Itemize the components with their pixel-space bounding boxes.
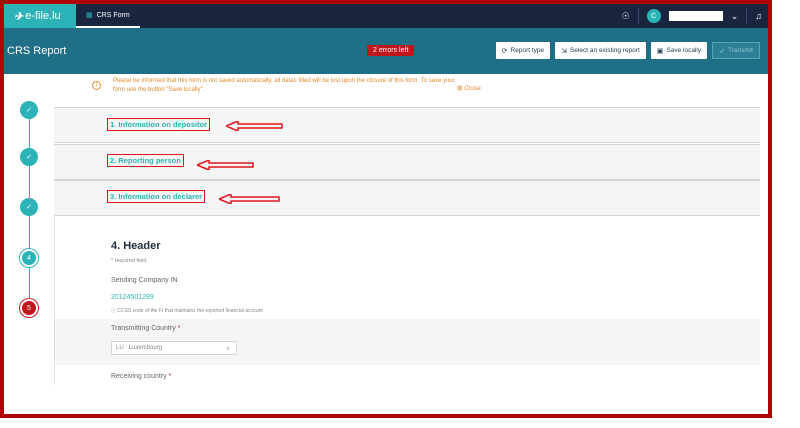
page-header: CRS Report 2 errors left ⟳ Report type ⇲ S…	[4, 28, 768, 74]
help-icon[interactable]: ☉	[622, 11, 630, 22]
section-title-declarer[interactable]: 3. Information on declarer	[107, 190, 206, 203]
sending-company-label: Sending Company IN	[111, 277, 178, 284]
notice-close-button[interactable]: ⊠ Close	[457, 84, 481, 92]
chevron-down-icon[interactable]: ⌄	[731, 11, 739, 22]
step-4-current[interactable]: 4	[20, 249, 38, 267]
divider	[54, 215, 55, 385]
send-icon: ➶	[719, 47, 725, 55]
screenshot-frame: ✈ e-file.lu ▦ CRS Form ☉ C ⌄ ♫ CRS Report…	[0, 0, 772, 418]
user-name-box[interactable]	[668, 11, 723, 21]
step-5-error[interactable]: 5	[20, 299, 38, 317]
transmit-button[interactable]: ➶ Transmit	[712, 42, 760, 59]
page-title: CRS Report	[7, 45, 67, 57]
logo-text: e-file.lu	[25, 10, 61, 22]
sending-company-hint: ⓘ CCSS code of the FI that maintains the…	[111, 308, 263, 314]
divider	[637, 8, 639, 24]
save-icon: ▣	[656, 47, 664, 55]
logo-icon: ✈	[14, 10, 24, 23]
receiving-country-label: Receiving country *	[111, 373, 172, 380]
transmitting-country-label: Transmitting Country *	[111, 325, 181, 332]
report-type-button[interactable]: ⟳ Report type	[495, 42, 551, 59]
info-icon: ⓘ	[111, 308, 117, 314]
header-form: 4. Header * required field Sending Compa…	[54, 215, 760, 414]
errors-badge[interactable]: 2 errors left	[367, 45, 415, 56]
annotation-arrow	[219, 194, 281, 204]
step-3-done[interactable]: ✓	[20, 198, 38, 216]
import-icon: ⇲	[561, 47, 568, 55]
transmitting-country-select[interactable]: LU : Luxembourg ∨	[111, 341, 237, 355]
annotation-arrow	[226, 121, 284, 131]
unsaved-notice: Please be informed that this form is not…	[113, 78, 455, 93]
refresh-icon: ⟳	[501, 47, 508, 55]
tab-label: CRS Form	[96, 11, 130, 19]
step-2-done[interactable]: ✓	[20, 148, 38, 166]
bell-icon[interactable]: ♫	[755, 11, 762, 21]
save-locally-button[interactable]: ▣ Save locally	[650, 42, 708, 59]
section-title-reporting-person[interactable]: 2. Reporting person	[107, 154, 184, 167]
warning-icon: !	[92, 81, 101, 90]
avatar[interactable]: C	[646, 9, 661, 23]
grid-icon: ▦	[86, 12, 93, 19]
select-existing-report-button[interactable]: ⇲ Select an existing report	[555, 42, 646, 59]
close-icon: ⊠	[457, 85, 463, 92]
app-logo[interactable]: ✈ e-file.lu	[4, 4, 76, 28]
header-actions: ⟳ Report type ⇲ Select an existing report …	[495, 42, 760, 59]
sending-company-value: 20124501289	[111, 294, 154, 301]
required-note: * required field	[111, 258, 147, 264]
top-navbar: ✈ e-file.lu ▦ CRS Form ☉ C ⌄ ♫	[4, 4, 768, 28]
tab-crs-form[interactable]: ▦ CRS Form	[76, 4, 140, 28]
step-1-done[interactable]: ✓	[20, 101, 38, 119]
divider	[746, 8, 748, 24]
chevron-down-icon: ∨	[225, 345, 230, 352]
annotation-arrow	[197, 160, 255, 170]
main-content: ! Please be informed that this form is n…	[4, 74, 768, 414]
form-heading: 4. Header	[111, 240, 161, 252]
section-title-depositor[interactable]: 1. Information on depositor	[107, 118, 211, 131]
